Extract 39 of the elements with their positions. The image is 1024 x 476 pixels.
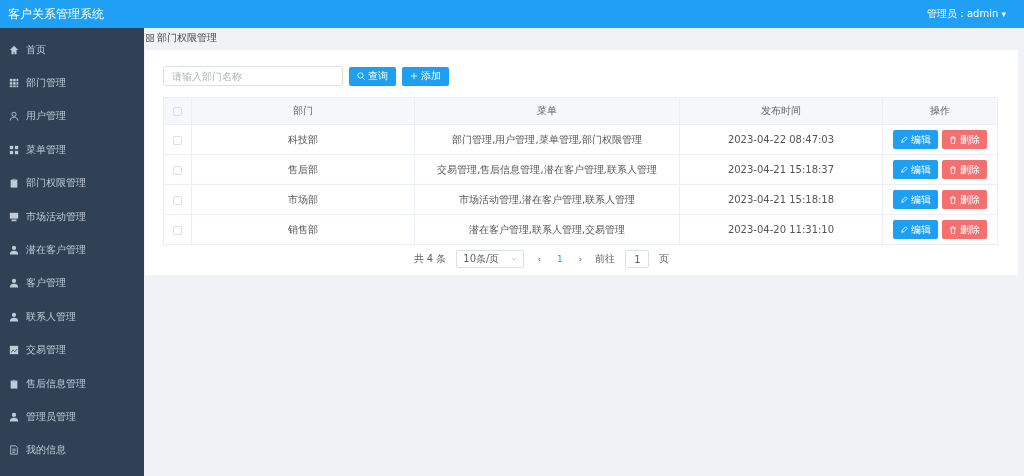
page-suffix: 页 [659,252,670,266]
sidebar-item[interactable]: 部门管理 [0,66,144,100]
table-cell: 潜在客户管理,联系人管理,交易管理 [414,214,680,245]
column-header: 部门 [191,97,415,125]
sidebar-item[interactable]: 我的信息 [0,433,144,468]
table-cell: 市场活动管理,潜在客户管理,联系人管理 [414,184,680,215]
table-cell: 2023-04-22 08:47:03 [679,124,883,155]
previous-page-button[interactable]: ‹ [534,254,545,264]
column-header: 菜单 [414,97,680,125]
table-cell: 2023-04-20 11:31:10 [679,214,883,245]
table-cell: 售后部 [191,154,415,185]
search-field[interactable]: 请输入部门名称 [163,66,343,86]
page-size-select[interactable]: 10条/页 [456,250,525,268]
page-input[interactable]: 1 [625,250,650,268]
table-cell: 2023-04-21 15:18:37 [679,154,883,185]
app-title: 客户关系管理系统 [8,5,104,23]
sidebar-item[interactable]: 首页 [0,33,144,67]
sidebar-item[interactable]: 用户管理 [0,99,144,134]
next-page-button[interactable]: › [575,254,586,264]
column-header: 操作 [882,97,998,125]
breadcrumb-text: 部门权限管理 [157,31,217,45]
sidebar-item[interactable]: 管理员管理 [0,400,144,434]
goto-label: 前往 [595,252,616,266]
sidebar-item[interactable]: 部门权限管理 [0,166,144,200]
table-cell: 销售部 [191,214,415,245]
sidebar-item[interactable]: 菜单管理 [0,133,144,167]
sidebar-item[interactable]: 售后信息管理 [0,366,144,401]
column-header: 发布时间 [679,97,883,125]
sidebar-item[interactable]: 市场活动管理 [0,199,144,234]
sidebar-item[interactable]: 客户管理 [0,266,144,301]
sidebar-item[interactable]: 联系人管理 [0,300,144,334]
table-cell: 2023-04-21 15:18:18 [679,184,883,215]
table-cell: 部门管理,用户管理,菜单管理,部门权限管理 [414,124,680,155]
table-cell: 市场部 [191,184,415,215]
total-count: 共 4 条 [413,252,447,266]
table-cell: 交易管理,售后信息管理,潜在客户管理,联系人管理 [414,154,680,185]
sidebar-item[interactable]: 交易管理 [0,333,144,367]
table-cell: 科技部 [191,124,415,155]
sidebar-item[interactable]: 潜在客户管理 [0,233,144,267]
